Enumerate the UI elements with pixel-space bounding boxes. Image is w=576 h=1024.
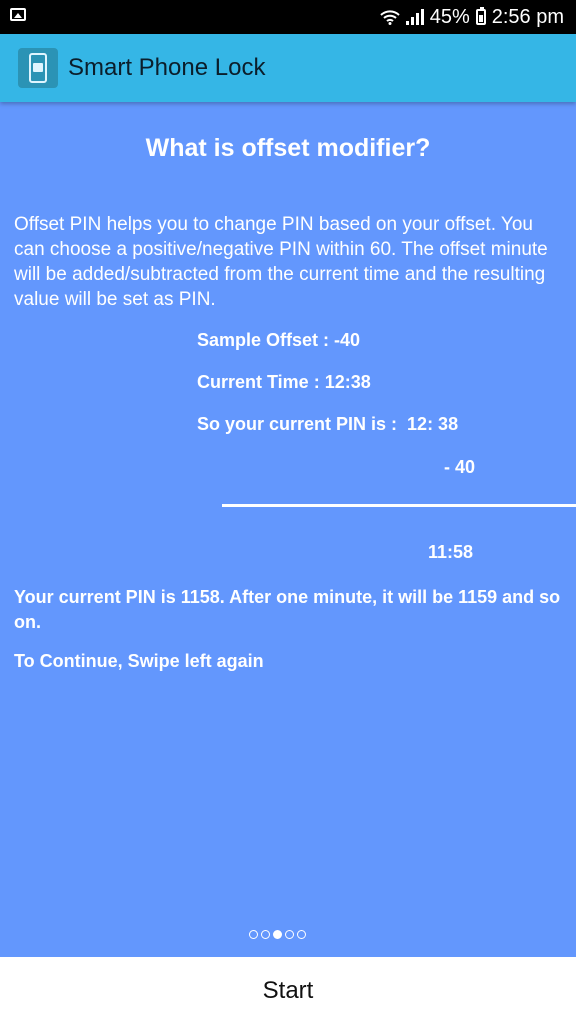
continue-hint: To Continue, Swipe left again xyxy=(14,651,264,671)
page-dot-2 xyxy=(261,930,270,939)
bottom-bar: Start xyxy=(0,957,576,1024)
page-dot-3 xyxy=(273,930,282,939)
phone-lock-icon xyxy=(18,48,58,88)
app-title: Smart Phone Lock xyxy=(68,54,266,81)
intro-text: Offset PIN helps you to change PIN based… xyxy=(14,214,548,310)
sample-offset-text: Sample Offset : -40 xyxy=(197,330,361,350)
status-time: 2:56 pm xyxy=(491,5,564,28)
wifi-icon xyxy=(380,9,400,25)
onboarding-page[interactable]: What is offset modifier? Offset PIN help… xyxy=(0,102,576,957)
result-pin-text: 11:58 xyxy=(428,542,474,562)
signal-icon xyxy=(405,9,424,25)
page-indicator xyxy=(249,930,306,939)
current-pin-text: So your current PIN is : 12: 38 xyxy=(197,414,459,434)
offset-subtract-text: - 40 xyxy=(444,457,476,477)
page-dot-4 xyxy=(285,930,294,939)
battery-icon xyxy=(475,7,486,25)
calculation-divider xyxy=(222,504,576,507)
status-bar: 45% 2:56 pm xyxy=(0,0,576,34)
current-time-text: Current Time : 12:38 xyxy=(197,372,371,392)
gallery-notification-icon xyxy=(10,8,26,21)
page-dot-5 xyxy=(297,930,306,939)
explanation-text: Your current PIN is 1158. After one minu… xyxy=(14,587,561,632)
battery-percent: 45% xyxy=(429,5,470,28)
app-bar: Smart Phone Lock xyxy=(0,34,576,102)
start-button[interactable]: Start xyxy=(0,957,576,1024)
page-dot-1 xyxy=(249,930,258,939)
page-heading: What is offset modifier? xyxy=(145,134,431,162)
status-right: 45% 2:56 pm xyxy=(380,5,564,29)
